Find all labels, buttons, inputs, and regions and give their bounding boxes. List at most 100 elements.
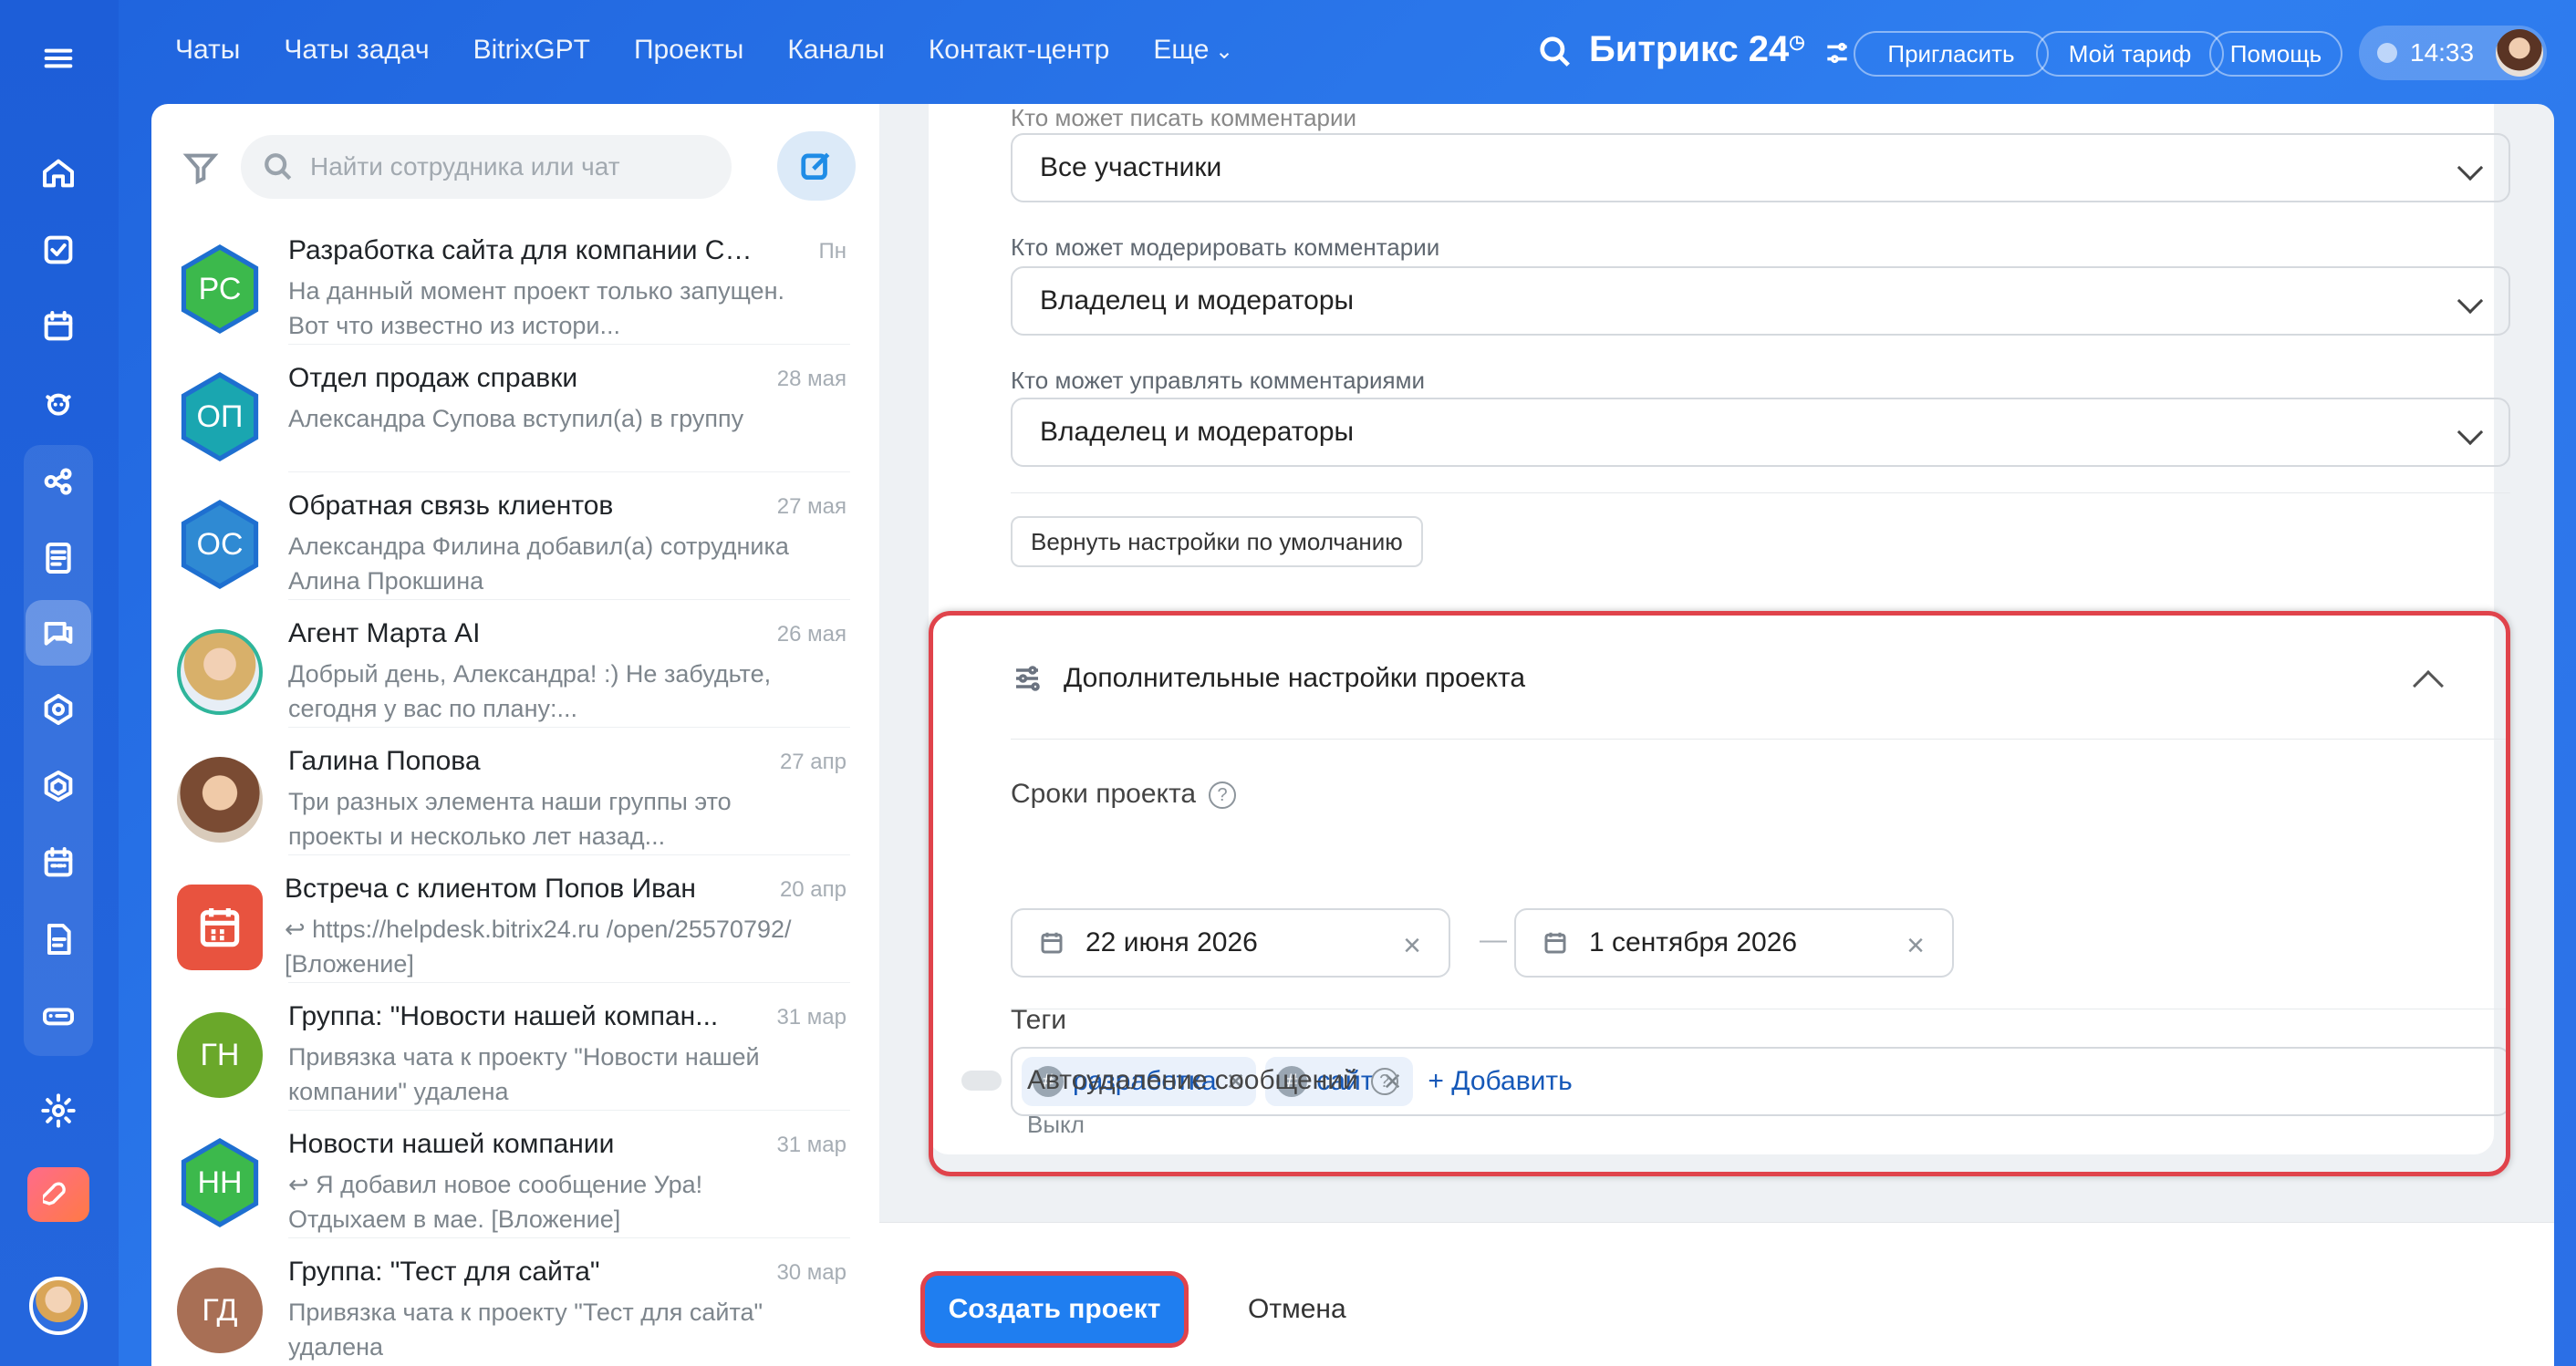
nav-chats[interactable]: Чаты <box>175 35 240 66</box>
autodelete-label: Автоудаление сообщений? <box>1027 1065 1398 1096</box>
clear-icon[interactable]: × <box>1906 928 1925 964</box>
chat-date: 31 мар <box>776 1133 847 1157</box>
nav-bitrixgpt[interactable]: BitrixGPT <box>473 35 590 66</box>
chat-list-item[interactable]: РС Разработка сайта для компании Сф... П… <box>151 217 879 345</box>
chat-list-header <box>151 104 879 217</box>
filter-icon[interactable] <box>182 150 219 191</box>
advanced-settings-header[interactable]: Дополнительные настройки проекта <box>1011 662 1525 695</box>
help-icon[interactable]: ? <box>1209 781 1237 810</box>
nav-more[interactable]: Еще <box>1153 35 1233 66</box>
chat-preview: Александра Филина добавил(а) сотрудника … <box>288 533 789 595</box>
nav-contact-center[interactable]: Контакт-центр <box>929 35 1110 66</box>
inventory-icon[interactable] <box>26 983 91 1049</box>
chat-list-item[interactable]: Галина Попова 27 апр Три разных элемента… <box>151 728 879 855</box>
reset-defaults-button[interactable]: Вернуть настройки по умолчанию <box>1011 516 1423 567</box>
global-search-icon[interactable] <box>1538 35 1573 74</box>
end-date-value: 1 сентября 2026 <box>1589 927 1798 957</box>
chat-preview: ↩ https://helpdesk.bitrix24.ru /open/255… <box>285 916 792 978</box>
advanced-settings-title: Дополнительные настройки проекта <box>1064 663 1526 693</box>
chat-preview: На данный момент проект только запущен. … <box>288 277 784 339</box>
chat-date: 28 мая <box>776 367 847 391</box>
start-date-value: 22 июня 2026 <box>1085 927 1258 957</box>
drive-icon[interactable] <box>26 906 91 972</box>
calendar-icon <box>1041 932 1063 954</box>
chat-list-item[interactable]: Агент Марта AI 26 мая Добрый день, Алекс… <box>151 600 879 728</box>
chat-title: Галина Попова <box>288 746 481 776</box>
left-rail <box>0 0 119 1366</box>
store-icon[interactable] <box>26 753 91 819</box>
menu-icon[interactable] <box>26 26 91 91</box>
tariff-button[interactable]: Мой тариф <box>2036 31 2224 77</box>
documents-icon[interactable] <box>26 525 91 591</box>
chat-date: Пн <box>818 239 847 264</box>
settings-gear-icon[interactable] <box>26 1078 91 1144</box>
chat-title: Агент Марта AI <box>288 618 481 648</box>
copilot-icon[interactable] <box>26 370 91 436</box>
settings-sliders-icon[interactable] <box>1823 38 1852 72</box>
help-button[interactable]: Помощь <box>2209 31 2342 77</box>
cancel-button[interactable]: Отмена <box>1248 1294 1346 1325</box>
start-date-field[interactable]: 22 июня 2026 × <box>1011 908 1450 978</box>
chat-list-item[interactable]: НН Новости нашей компании 31 мар ↩ Я доб… <box>151 1111 879 1238</box>
chat-preview: Привязка чата к проекту "Тест для сайта"… <box>288 1299 763 1361</box>
chat-list-panel: РС Разработка сайта для компании Сф... П… <box>151 104 879 1366</box>
date-range-dash: — <box>1480 925 1507 955</box>
help-icon[interactable]: ? <box>1370 1068 1398 1096</box>
moderate-label: Кто может модерировать комментарии <box>1011 233 1440 261</box>
chat-preview: Александра Супова вступил(а) в группу <box>288 405 744 432</box>
chat-search-field[interactable] <box>241 135 732 199</box>
divider <box>1011 739 2510 740</box>
chat-title: Группа: "Новости нашей компан... <box>288 1001 719 1031</box>
status-dot-icon <box>2377 43 2397 63</box>
moderate-select[interactable]: Владелец и модераторы <box>1011 266 2510 336</box>
crm-icon[interactable] <box>26 449 91 514</box>
messenger-icon[interactable] <box>26 600 91 666</box>
chat-title: Обратная связь клиентов <box>288 491 614 521</box>
chat-title: Отдел продаж справки <box>288 363 578 393</box>
autodelete-text: Автоудаление сообщений <box>1027 1065 1358 1095</box>
sites-icon[interactable] <box>26 677 91 742</box>
chat-list-item[interactable]: ГН Группа: "Новости нашей компан... 31 м… <box>151 983 879 1111</box>
chat-list-item[interactable]: ОС Обратная связь клиентов 27 мая Алекса… <box>151 472 879 600</box>
project-terms-text: Сроки проекта <box>1011 779 1197 809</box>
nav-projects[interactable]: Проекты <box>634 35 743 66</box>
profile-avatar[interactable] <box>2496 29 2543 77</box>
comments-write-label: Кто может писать комментарии <box>1011 104 1357 131</box>
user-avatar[interactable] <box>29 1277 88 1335</box>
rocket-icon[interactable] <box>27 1167 89 1222</box>
calendar-icon <box>1544 932 1566 954</box>
planner-icon[interactable] <box>26 294 91 359</box>
clock-icon: ◷ <box>1789 32 1805 53</box>
chat-date: 27 апр <box>779 750 847 774</box>
create-project-button[interactable]: Создать проект <box>925 1276 1184 1343</box>
chat-title: Встреча с клиентом Попов Иван <box>285 874 696 904</box>
worktime-widget[interactable]: 14:33 <box>2359 26 2547 80</box>
nav-task-chats[interactable]: Чаты задач <box>284 35 429 66</box>
home-icon[interactable] <box>26 140 91 206</box>
chat-title: Новости нашей компании <box>288 1129 615 1159</box>
chat-list-item[interactable]: ОП Отдел продаж справки 28 мая Александр… <box>151 345 879 472</box>
chevron-down-icon <box>2457 154 2484 181</box>
chat-avatar: ГД <box>177 1268 263 1353</box>
tasks-icon[interactable] <box>26 217 91 283</box>
selected-value: Владелец и модераторы <box>1040 285 1355 316</box>
project-terms-label: Сроки проекта? <box>1011 779 1237 810</box>
divider <box>1011 492 2510 493</box>
comments-write-select[interactable]: Все участники <box>1011 133 2510 202</box>
chat-title: Разработка сайта для компании Сф... <box>288 235 763 265</box>
chat-list-item[interactable]: Встреча с клиентом Попов Иван 20 апр ↩ h… <box>151 855 879 983</box>
project-settings-panel: Кто может писать комментарии Все участни… <box>879 104 2554 1366</box>
chat-search-input[interactable] <box>310 152 712 181</box>
add-tag-button[interactable]: + Добавить <box>1428 1066 1572 1097</box>
end-date-field[interactable]: 1 сентября 2026 × <box>1514 908 1954 978</box>
calendar-icon[interactable] <box>26 830 91 895</box>
manage-select[interactable]: Владелец и модераторы <box>1011 398 2510 467</box>
nav-channels[interactable]: Каналы <box>787 35 884 66</box>
chat-list-item[interactable]: ГД Группа: "Тест для сайта" 30 мар Привя… <box>151 1238 879 1366</box>
autodelete-toggle[interactable] <box>961 1071 1002 1091</box>
top-navigation: Чаты Чаты задач BitrixGPT Проекты Каналы… <box>175 35 1233 66</box>
invite-button[interactable]: Пригласить <box>1854 31 2049 77</box>
new-chat-button[interactable] <box>777 131 856 201</box>
clear-icon[interactable]: × <box>1403 928 1421 964</box>
chevron-up-icon[interactable] <box>2413 670 2444 701</box>
